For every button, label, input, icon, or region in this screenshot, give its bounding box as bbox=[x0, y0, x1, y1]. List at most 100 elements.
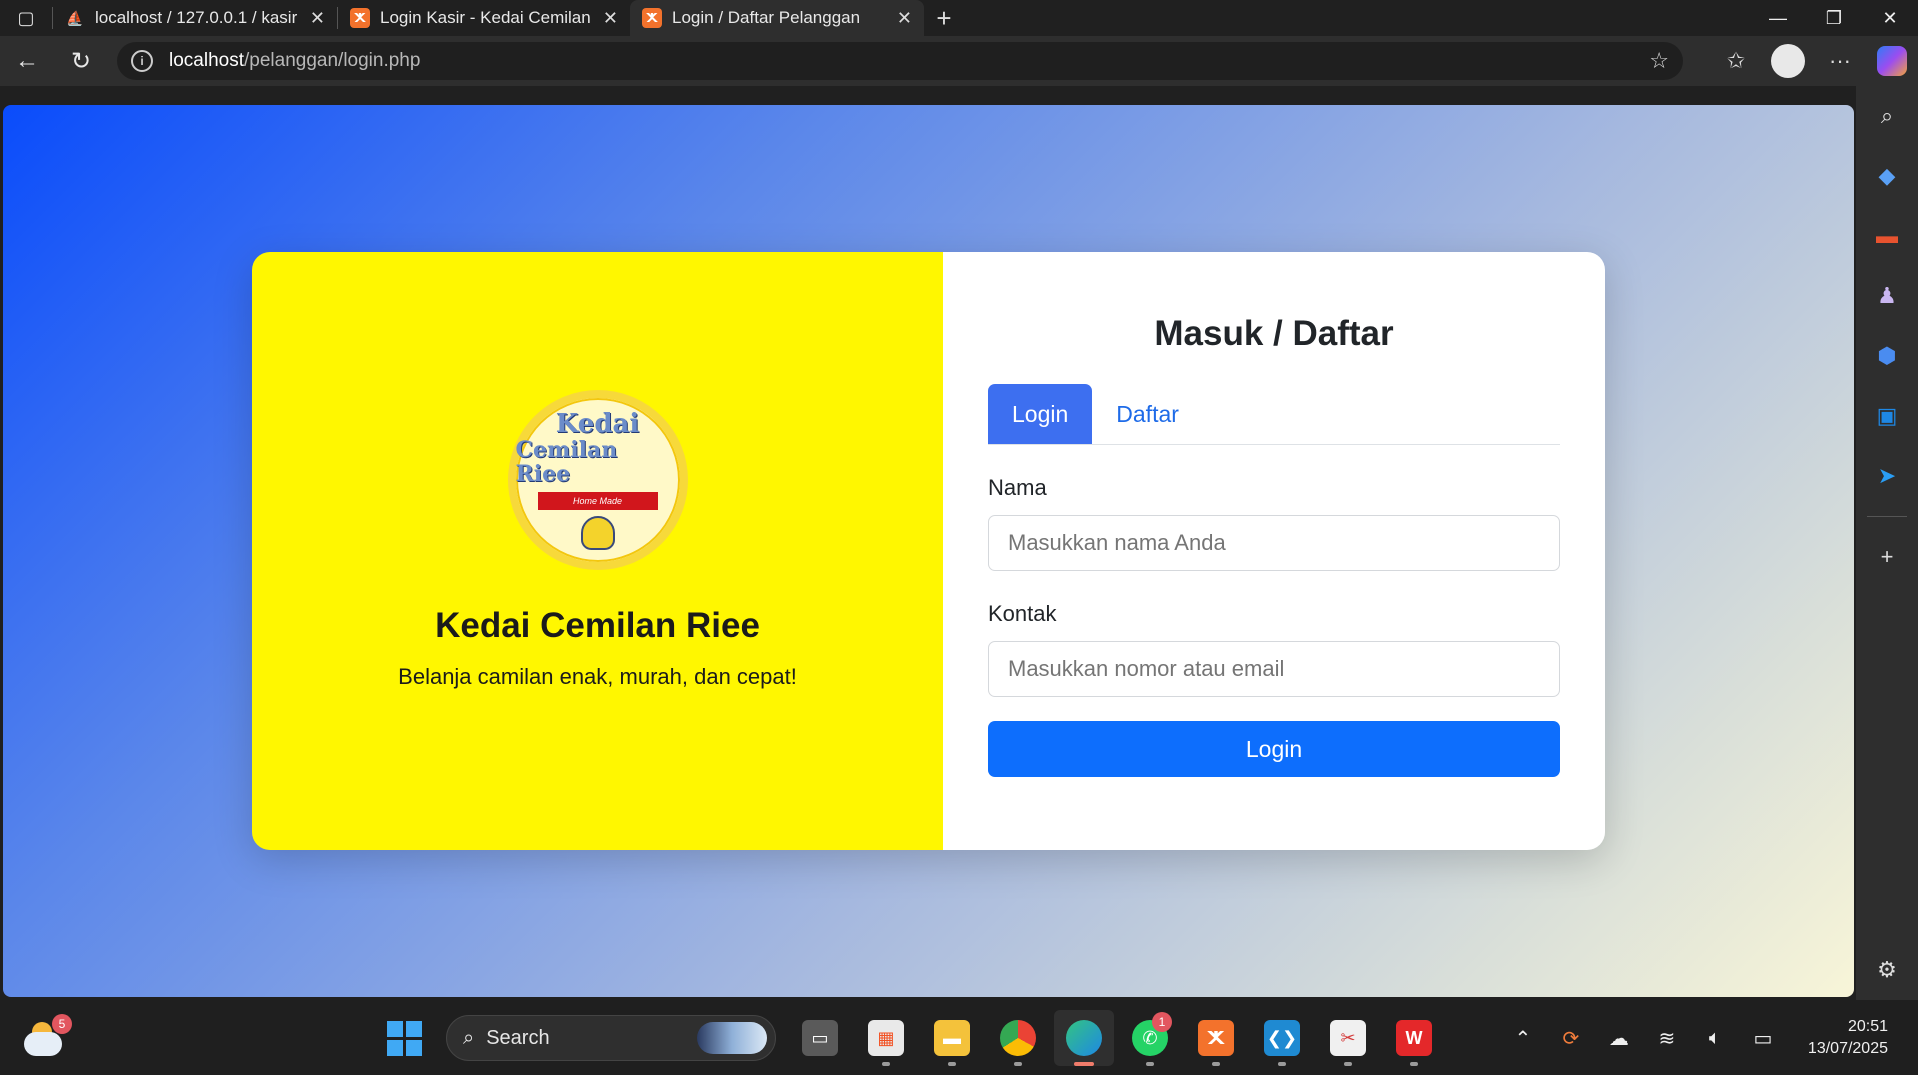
battery-icon[interactable]: ▭ bbox=[1744, 1018, 1782, 1058]
xampp-icon: ⵅ bbox=[1198, 1020, 1234, 1056]
phpmyadmin-icon: ⛵ bbox=[66, 9, 84, 26]
tab-daftar[interactable]: Daftar bbox=[1092, 384, 1203, 444]
sidebar-games-icon[interactable]: ♟ bbox=[1856, 266, 1918, 326]
running-indicator bbox=[1278, 1062, 1286, 1066]
store-app[interactable]: ▦ bbox=[856, 1010, 916, 1066]
windows-logo-icon bbox=[386, 1039, 403, 1056]
xampp-icon: ⵅ bbox=[350, 8, 370, 28]
windows-logo-icon bbox=[386, 1020, 403, 1037]
sync-icon[interactable]: ⟳ bbox=[1552, 1018, 1590, 1058]
more-options-icon[interactable]: ··· bbox=[1814, 36, 1866, 86]
tab-title: Login / Daftar Pelanggan bbox=[672, 8, 861, 27]
weather-widget[interactable]: 5 bbox=[24, 1014, 72, 1056]
favorite-star-icon[interactable]: ☆ bbox=[1649, 48, 1669, 74]
search-icon: ⌕ bbox=[463, 1026, 475, 1049]
brand-tagline: Belanja camilan enak, murah, dan cepat! bbox=[398, 664, 797, 689]
brand-panel: Kedai Cemilan Riee Home Made Kedai Cemil… bbox=[252, 252, 943, 850]
wifi-icon[interactable]: ≋ bbox=[1648, 1018, 1686, 1058]
logo-ribbon: Home Made bbox=[537, 492, 658, 510]
onedrive-cloud-icon[interactable]: ☁ bbox=[1600, 1018, 1638, 1058]
close-icon[interactable]: ✕ bbox=[310, 8, 325, 29]
avatar bbox=[1771, 44, 1805, 78]
tab-title: Login Kasir - Kedai Cemilan Riee bbox=[380, 8, 593, 27]
name-label: Nama bbox=[988, 475, 1047, 500]
edge-sidebar: ⌕ ◆ ▬ ♟ ⬢ ▣ ➤ + ⚙ bbox=[1856, 86, 1918, 1000]
whatsapp-app[interactable]: ✆ 1 bbox=[1120, 1010, 1180, 1066]
contact-label: Kontak bbox=[988, 601, 1057, 626]
logo-text-line1: Kedai bbox=[555, 409, 640, 439]
windows-logo-icon bbox=[405, 1039, 422, 1056]
system-tray: ⌃ ⟳ ☁ ≋ 🔈︎ ▭ 20:51 13/07/2025 bbox=[1504, 1010, 1888, 1066]
file-explorer-app[interactable]: ▬ bbox=[922, 1010, 982, 1066]
sidebar-send-icon[interactable]: ➤ bbox=[1856, 446, 1918, 506]
running-indicator bbox=[1410, 1062, 1418, 1066]
task-view-icon: ▭ bbox=[802, 1020, 838, 1056]
contact-input[interactable] bbox=[988, 641, 1560, 697]
chevron-up-icon[interactable]: ⌃ bbox=[1504, 1018, 1542, 1058]
browser-toolbar: ← ↻ i localhost/pelanggan/login.php ☆ ✩ … bbox=[0, 36, 1918, 86]
clock-date: 13/07/2025 bbox=[1807, 1040, 1888, 1057]
new-tab-button[interactable]: + bbox=[924, 0, 964, 36]
taskbar-clock[interactable]: 20:51 13/07/2025 bbox=[1808, 1016, 1888, 1060]
volume-icon[interactable]: 🔈︎ bbox=[1696, 1018, 1734, 1058]
address-bar[interactable]: i localhost/pelanggan/login.php ☆ bbox=[117, 42, 1683, 80]
sidebar-copilot-icon[interactable]: ⬢ bbox=[1856, 326, 1918, 386]
sidebar-search-icon[interactable]: ⌕ bbox=[1856, 86, 1918, 146]
xampp-app[interactable]: ⵅ bbox=[1186, 1010, 1246, 1066]
tab-actions-icon[interactable]: ▢ bbox=[0, 0, 52, 36]
close-icon[interactable]: ✕ bbox=[897, 8, 912, 29]
whatsapp-badge: 1 bbox=[1152, 1012, 1172, 1032]
edge-app[interactable] bbox=[1054, 1010, 1114, 1066]
sidebar-shopping-icon[interactable]: ◆ bbox=[1856, 146, 1918, 206]
edge-icon bbox=[1066, 1020, 1102, 1056]
snipping-tool-icon: ✂ bbox=[1330, 1020, 1366, 1056]
vscode-app[interactable]: ❮❯ bbox=[1252, 1010, 1312, 1066]
close-icon[interactable]: ✕ bbox=[603, 8, 618, 29]
url-path: /pelanggan/login.php bbox=[244, 50, 421, 71]
brand-name: Kedai Cemilan Riee bbox=[435, 606, 760, 645]
sidebar-outlook-icon[interactable]: ▣ bbox=[1856, 386, 1918, 446]
tab-login-kasir[interactable]: ⵅ Login Kasir - Kedai Cemilan Riee ✕ bbox=[338, 0, 630, 36]
profile-avatar[interactable] bbox=[1762, 36, 1814, 86]
vscode-icon: ❮❯ bbox=[1264, 1020, 1300, 1056]
weather-badge: 5 bbox=[52, 1014, 72, 1034]
chrome-app[interactable] bbox=[988, 1010, 1048, 1066]
chrome-icon bbox=[1000, 1020, 1036, 1056]
folder-icon: ▬ bbox=[934, 1020, 970, 1056]
wps-office-icon: W bbox=[1396, 1020, 1432, 1056]
tab-login[interactable]: Login bbox=[988, 384, 1093, 444]
back-icon[interactable]: ← bbox=[0, 36, 54, 86]
sidebar-settings-icon[interactable]: ⚙ bbox=[1856, 940, 1918, 1000]
sidebar-add-icon[interactable]: + bbox=[1856, 527, 1918, 587]
site-info-icon[interactable]: i bbox=[131, 50, 153, 72]
refresh-icon[interactable]: ↻ bbox=[54, 36, 108, 86]
tab-phpmyadmin[interactable]: ⛵ localhost / 127.0.0.1 / kasir / pela ✕ bbox=[53, 0, 337, 36]
tab-title: localhost / 127.0.0.1 / kasir / pela bbox=[95, 8, 300, 27]
wps-app[interactable]: W bbox=[1384, 1010, 1444, 1066]
tab-login-pelanggan[interactable]: ⵅ Login / Daftar Pelanggan ✕ bbox=[630, 0, 924, 36]
form-heading: Masuk / Daftar bbox=[1154, 314, 1394, 353]
running-indicator bbox=[1014, 1062, 1022, 1066]
running-indicator bbox=[948, 1062, 956, 1066]
running-indicator bbox=[1212, 1062, 1220, 1066]
taskbar-apps: ⌕ Search ▭ ▦ ▬ ✆ 1 ⵅ ❮❯ ✂ W bbox=[376, 1010, 1444, 1066]
login-button[interactable]: Login bbox=[988, 721, 1560, 777]
browser-tab-strip: ▢ ⛵ localhost / 127.0.0.1 / kasir / pela… bbox=[0, 0, 1918, 36]
task-view-button[interactable]: ▭ bbox=[790, 1010, 850, 1066]
login-card: Kedai Cemilan Riee Home Made Kedai Cemil… bbox=[252, 252, 1605, 850]
taskbar-search[interactable]: ⌕ Search bbox=[446, 1015, 776, 1061]
copilot-icon[interactable] bbox=[1866, 36, 1918, 86]
cloud-icon bbox=[24, 1032, 62, 1056]
minimize-icon[interactable]: — bbox=[1750, 0, 1806, 36]
start-button[interactable] bbox=[376, 1010, 432, 1066]
restore-icon[interactable]: ❐ bbox=[1806, 0, 1862, 36]
windows-logo-icon bbox=[405, 1020, 422, 1037]
auth-tabs: Login Daftar bbox=[988, 384, 1560, 445]
shop-logo: Kedai Cemilan Riee Home Made bbox=[507, 390, 688, 570]
sidebar-tools-icon[interactable]: ▬ bbox=[1856, 206, 1918, 266]
favorites-icon[interactable]: ✩ bbox=[1710, 36, 1762, 86]
snipping-tool-app[interactable]: ✂ bbox=[1318, 1010, 1378, 1066]
name-input[interactable] bbox=[988, 515, 1560, 571]
xampp-icon: ⵅ bbox=[642, 8, 662, 28]
close-window-icon[interactable]: ✕ bbox=[1862, 0, 1918, 36]
